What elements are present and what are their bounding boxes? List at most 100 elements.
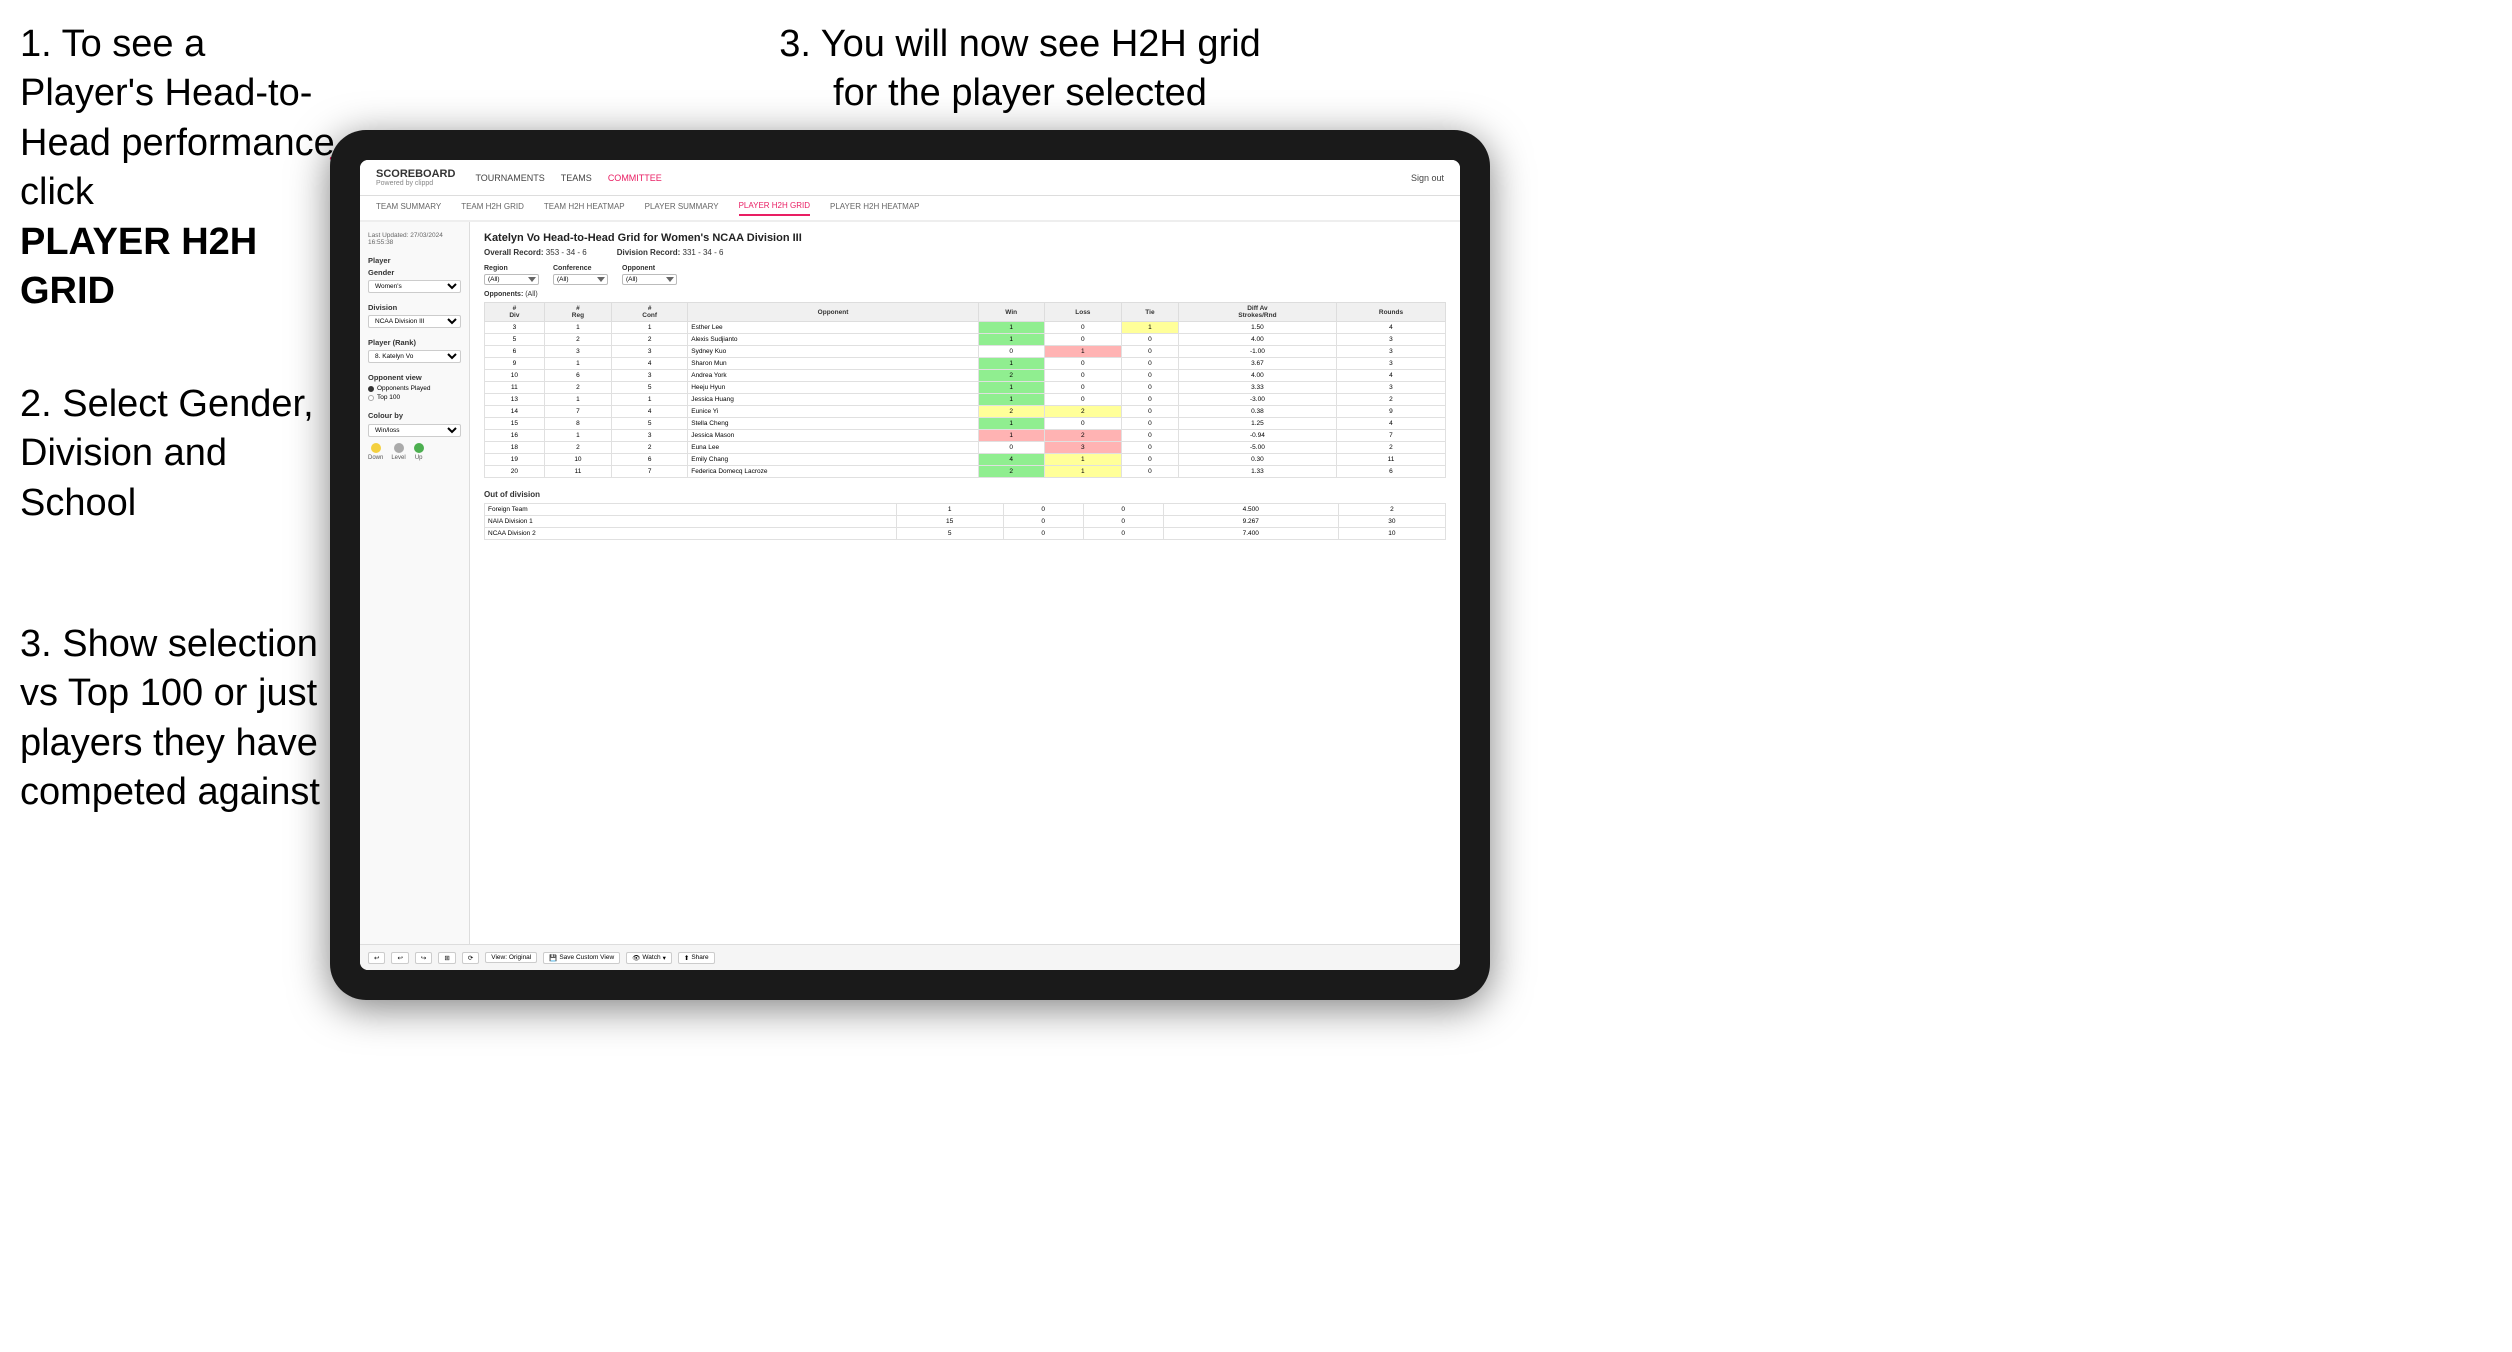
share-button[interactable]: ⬆ Share — [678, 952, 715, 964]
division-label: Division — [368, 303, 461, 312]
copy-button[interactable]: ⊞ — [438, 952, 455, 964]
redo-button[interactable]: ↪ — [415, 952, 432, 964]
nav-teams[interactable]: TEAMS — [561, 173, 592, 183]
nav-sign-out[interactable]: Sign out — [1411, 173, 1444, 183]
overall-record: Overall Record: 353 - 34 - 6 — [484, 248, 587, 257]
table-row: 10 6 3 Andrea York 2 0 0 4.00 4 — [485, 370, 1446, 382]
filter-row: Region (All) Conference (All) Opponent — [484, 265, 1446, 285]
sub-team-summary[interactable]: TEAM SUMMARY — [376, 202, 441, 215]
sub-player-summary[interactable]: PLAYER SUMMARY — [645, 202, 719, 215]
table-row: 9 1 4 Sharon Mun 1 0 0 3.67 3 — [485, 358, 1446, 370]
nav-committee[interactable]: COMMITTEE — [608, 173, 662, 183]
colour-legend: Down Level Up — [368, 443, 461, 461]
table-row: 18 2 2 Euna Lee 0 3 0 -5.00 2 — [485, 442, 1446, 454]
view-original-button[interactable]: View: Original — [485, 952, 537, 963]
col-win: Win — [978, 303, 1044, 322]
watch-button[interactable]: 👁 Watch ▾ — [626, 952, 672, 964]
main-content: Last Updated: 27/03/2024 16:55:38 Player… — [360, 222, 1460, 944]
col-conf: #Conf — [612, 303, 688, 322]
nav-links: TOURNAMENTS TEAMS COMMITTEE — [475, 173, 661, 183]
opponent-view-label: Opponent view — [368, 373, 461, 382]
sub-player-h2h-heatmap[interactable]: PLAYER H2H HEATMAP — [830, 202, 920, 215]
table-row: 15 8 5 Stella Cheng 1 0 0 1.25 4 — [485, 418, 1446, 430]
table-row: 13 1 1 Jessica Huang 1 0 0 -3.00 2 — [485, 394, 1446, 406]
tablet-frame: SCOREBOARD Powered by clippd TOURNAMENTS… — [330, 130, 1490, 1000]
radio-dot-1 — [368, 386, 374, 392]
data-table: #Div #Reg #Conf Opponent Win Loss Tie Di… — [484, 302, 1446, 478]
radio-dot-2 — [368, 395, 374, 401]
table-row: 6 3 3 Sydney Kuo 0 1 0 -1.00 3 — [485, 346, 1446, 358]
player-rank-select[interactable]: 8. Katelyn Vo — [368, 350, 461, 363]
right-panel: Katelyn Vo Head-to-Head Grid for Women's… — [470, 222, 1460, 944]
division-section: Division NCAA Division III — [368, 303, 461, 328]
gender-label: Gender — [368, 268, 461, 277]
radio-opponents-played[interactable]: Opponents Played — [368, 385, 461, 392]
opponent-view-section: Opponent view Opponents Played Top 100 — [368, 373, 461, 401]
sub-player-h2h-grid[interactable]: PLAYER H2H GRID — [739, 201, 810, 216]
radio-top100[interactable]: Top 100 — [368, 394, 461, 401]
division-record: Division Record: 331 - 34 - 6 — [617, 248, 724, 257]
out-div-table: Foreign Team 1 0 0 4.500 2 NAIA Division… — [484, 503, 1446, 540]
bottom-toolbar: ↩ ↩ ↪ ⊞ ⟳ View: Original 💾 Save Custom V… — [360, 944, 1460, 970]
instruction-step2: 2. Select Gender, Division and School — [20, 380, 330, 528]
player-section: Player Gender Women's Division NCAA Divi… — [368, 256, 461, 363]
grid-records: Overall Record: 353 - 34 - 6 Division Re… — [484, 248, 1446, 257]
table-row: 14 7 4 Eunice Yi 2 2 0 0.38 9 — [485, 406, 1446, 418]
legend-up: Up — [414, 443, 424, 461]
refresh-button[interactable]: ⟳ — [462, 952, 479, 964]
col-tie: Tie — [1122, 303, 1179, 322]
player-rank-section: Player (Rank) 8. Katelyn Vo — [368, 338, 461, 363]
opponents-label: Opponents: (All) — [484, 291, 1446, 298]
col-reg: #Reg — [544, 303, 611, 322]
col-div: #Div — [485, 303, 545, 322]
out-div-row: Foreign Team 1 0 0 4.500 2 — [485, 504, 1446, 516]
col-diff: Diff AvStrokes/Rnd — [1178, 303, 1336, 322]
table-row: 3 1 1 Esther Lee 1 0 1 1.50 4 — [485, 322, 1446, 334]
conference-select[interactable]: (All) — [553, 274, 608, 285]
opponent-select[interactable]: (All) — [622, 274, 677, 285]
sub-nav: TEAM SUMMARY TEAM H2H GRID TEAM H2H HEAT… — [360, 196, 1460, 222]
instruction-step1: 1. To see a Player's Head-to-Head perfor… — [20, 20, 340, 316]
table-row: 16 1 3 Jessica Mason 1 2 0 -0.94 7 — [485, 430, 1446, 442]
colour-section: Colour by Win/loss Down Level — [368, 411, 461, 461]
gender-section: Gender Women's — [368, 268, 461, 293]
dot-level — [394, 443, 404, 453]
timestamp: Last Updated: 27/03/2024 16:55:38 — [368, 232, 461, 246]
col-loss: Loss — [1044, 303, 1121, 322]
table-row: 5 2 2 Alexis Sudjianto 1 0 0 4.00 3 — [485, 334, 1446, 346]
nav-tournaments[interactable]: TOURNAMENTS — [475, 173, 544, 183]
opponent-label: Opponent — [622, 265, 677, 272]
save-custom-button[interactable]: 💾 Save Custom View — [543, 952, 620, 964]
col-rounds: Rounds — [1336, 303, 1445, 322]
undo-button[interactable]: ↩ — [368, 952, 385, 964]
region-select[interactable]: (All) — [484, 274, 539, 285]
filter-region: Region (All) — [484, 265, 539, 285]
table-row: 20 11 7 Federica Domecq Lacroze 2 1 0 1.… — [485, 466, 1446, 478]
instruction-step3-left: 3. Show selection vs Top 100 or just pla… — [20, 620, 330, 818]
instruction-step3-right: 3. You will now see H2H grid for the pla… — [760, 20, 1280, 119]
conference-label: Conference — [553, 265, 608, 272]
sub-team-h2h-heatmap[interactable]: TEAM H2H HEATMAP — [544, 202, 625, 215]
gender-select[interactable]: Women's — [368, 280, 461, 293]
sub-team-h2h-grid[interactable]: TEAM H2H GRID — [461, 202, 524, 215]
player-rank-label: Player (Rank) — [368, 338, 461, 347]
logo: SCOREBOARD Powered by clippd — [376, 168, 455, 188]
region-label: Region — [484, 265, 539, 272]
grid-title: Katelyn Vo Head-to-Head Grid for Women's… — [484, 232, 1446, 244]
player-label: Player — [368, 256, 461, 265]
legend-down: Down — [368, 443, 383, 461]
out-div-row: NCAA Division 2 5 0 0 7.400 10 — [485, 528, 1446, 540]
division-select[interactable]: NCAA Division III — [368, 315, 461, 328]
undo2-button[interactable]: ↩ — [391, 952, 408, 964]
colour-by-select[interactable]: Win/loss — [368, 424, 461, 437]
left-panel: Last Updated: 27/03/2024 16:55:38 Player… — [360, 222, 470, 944]
col-opponent: Opponent — [688, 303, 979, 322]
dot-up — [414, 443, 424, 453]
table-row: 19 10 6 Emily Chang 4 1 0 0.30 11 — [485, 454, 1446, 466]
table-row: 11 2 5 Heeju Hyun 1 0 0 3.33 3 — [485, 382, 1446, 394]
out-div-row: NAIA Division 1 15 0 0 9.267 30 — [485, 516, 1446, 528]
legend-level: Level — [391, 443, 405, 461]
filter-conference: Conference (All) — [553, 265, 608, 285]
colour-by-label: Colour by — [368, 411, 461, 420]
dot-down — [371, 443, 381, 453]
